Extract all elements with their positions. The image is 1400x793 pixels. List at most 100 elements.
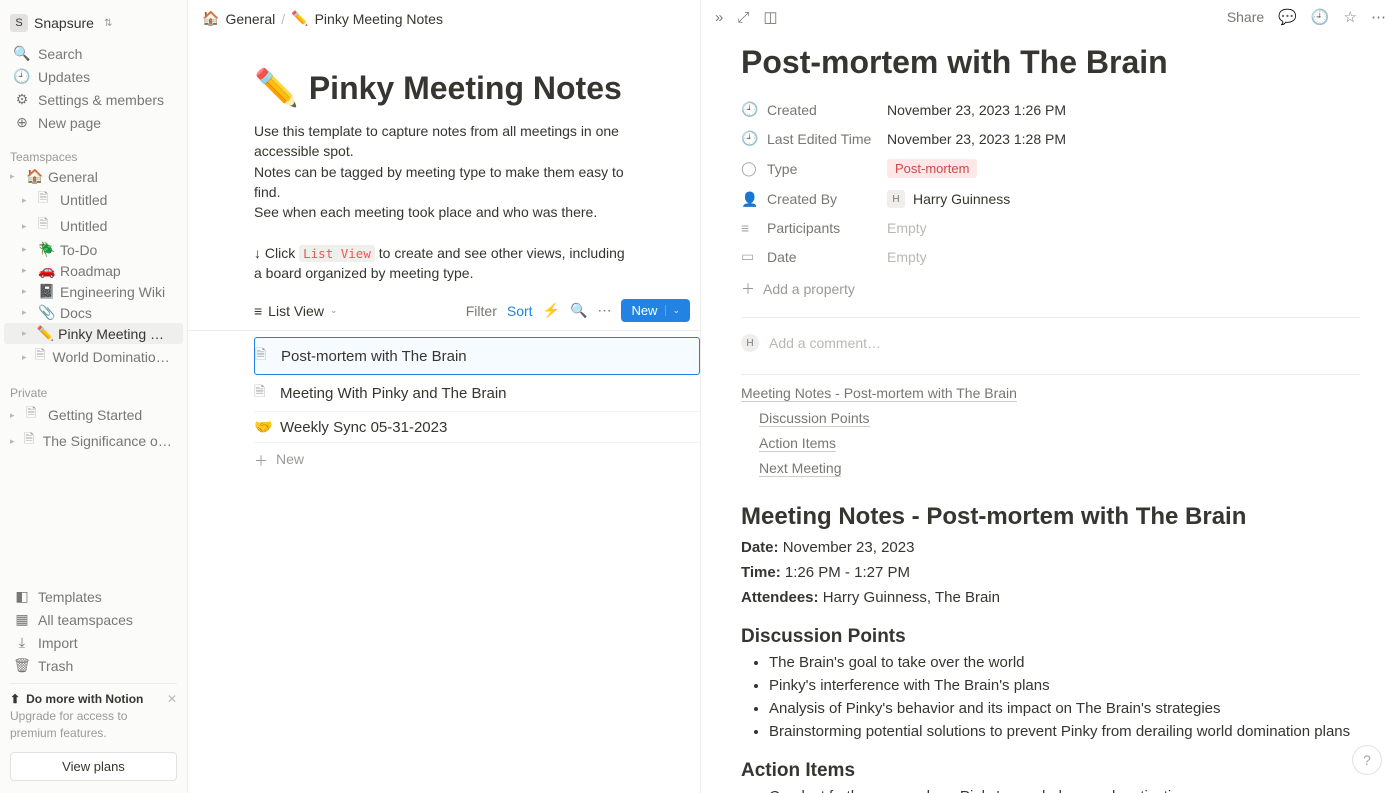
toc-link[interactable]: Discussion Points [759,410,870,427]
sidebar-page[interactable]: ▸🚗Roadmap [4,260,183,281]
chevron-down-icon[interactable]: ⌄ [665,305,680,316]
clock-icon: 🕘 [741,101,759,118]
new-row-button[interactable]: ＋New [254,443,700,479]
view-selector[interactable]: ≡ List View ⌄ [254,303,338,319]
more-icon[interactable]: ⋯ [1371,8,1386,26]
doc-subheading[interactable]: Action Items [741,760,1360,782]
doc-subheading[interactable]: Discussion Points [741,626,1360,648]
workspace-switcher[interactable]: S Snapsure ⇅ [0,10,187,36]
close-icon[interactable]: ✕ [167,692,177,706]
page-emoji: 🪲 [38,241,56,258]
sidebar-page[interactable]: ▸🗎The Significance of Gui… [4,428,183,454]
doc-line[interactable]: Time: 1:26 PM - 1:27 PM [741,564,1360,581]
toc-link[interactable]: Meeting Notes - Post-mortem with The Bra… [741,385,1017,402]
page-emoji: 📎 [38,304,56,321]
page-emoji[interactable]: ✏️ [254,67,299,109]
chevrons-right-icon[interactable]: » [715,9,723,26]
plus-icon: ＋ [741,279,755,299]
chevron-right-icon[interactable]: ▸ [10,436,20,447]
toc-link[interactable]: Next Meeting [759,460,841,477]
breadcrumb: 🏠 General / ✏️ Pinky Meeting Notes [188,0,700,37]
breadcrumb-page[interactable]: Pinky Meeting Notes [315,11,443,27]
view-plans-button[interactable]: View plans [10,752,177,781]
type-tag[interactable]: Post-mortem [887,159,977,178]
workspace-icon: S [10,14,28,32]
list-item[interactable]: Pinky's interference with The Brain's pl… [769,677,1360,694]
page-description[interactable]: Use this template to capture notes from … [188,115,700,289]
sort-button[interactable]: Sort [507,303,533,319]
nav-templates[interactable]: ◧ Templates [4,585,183,608]
sidebar-page[interactable]: ▸📎Docs [4,302,183,323]
chevron-right-icon[interactable]: ▸ [22,328,33,339]
filter-button[interactable]: Filter [466,303,497,319]
prop-type[interactable]: ◯ Type Post-mortem [741,153,1360,184]
list-item[interactable]: The Brain's goal to take over the world [769,654,1360,671]
center-pane: 🏠 General / ✏️ Pinky Meeting Notes ✏️ Pi… [188,0,700,793]
import-icon: ⤓ [14,634,30,651]
nav-settings[interactable]: ⚙ Settings & members [4,88,183,111]
star-icon[interactable]: ☆ [1344,8,1357,26]
sidebar-page[interactable]: ▸✏️Pinky Meeting Notes [4,323,183,344]
gear-icon: ⚙ [14,91,30,108]
page-title[interactable]: Pinky Meeting Notes [309,70,622,107]
list-item[interactable]: Conduct further research on Pinky's psyc… [769,788,1360,793]
avatar: H [887,190,905,208]
right-topbar: » ⤢ ◫ Share 💬 🕘 ☆ ⋯ [701,0,1400,34]
sidebar-page[interactable]: ▸🗎Getting Started [4,402,183,428]
chevron-right-icon[interactable]: ▸ [22,221,34,232]
add-property-button[interactable]: ＋ Add a property [741,271,1360,307]
comment-icon[interactable]: 💬 [1278,8,1297,26]
nav-label: New page [38,115,101,131]
chevron-right-icon[interactable]: ▸ [22,195,34,206]
nav-new-page[interactable]: ⊕ New page [4,111,183,134]
share-button[interactable]: Share [1227,9,1264,25]
nav-updates[interactable]: 🕘 Updates [4,65,183,88]
prop-created[interactable]: 🕘 Created November 23, 2023 1:26 PM [741,95,1360,124]
sidebar-page[interactable]: ▸🗎World Domination Sche… [4,344,183,370]
detail-title[interactable]: Post-mortem with The Brain [741,34,1360,95]
chevron-right-icon[interactable]: ▸ [22,244,34,255]
nav-all-teamspaces[interactable]: ▦ All teamspaces [4,608,183,631]
chevron-right-icon[interactable]: ▸ [10,171,22,182]
toc-link[interactable]: Action Items [759,435,836,452]
sidebar-page[interactable]: ▸🗎Untitled [4,187,183,213]
list-item[interactable]: Brainstorming potential solutions to pre… [769,723,1360,740]
sidebar-page[interactable]: ▸🗎Untitled [4,213,183,239]
prop-last-edited[interactable]: 🕘 Last Edited Time November 23, 2023 1:2… [741,124,1360,153]
chevron-right-icon[interactable]: ▸ [22,352,31,363]
chevron-right-icon[interactable]: ▸ [22,307,34,318]
prop-date[interactable]: ▭ Date Empty [741,242,1360,271]
user-chip[interactable]: H Harry Guinness [887,190,1010,208]
database-list: 🗎Post-mortem with The Brain🗎Meeting With… [188,331,700,485]
database-row[interactable]: 🗎Meeting With Pinky and The Brain [254,375,700,412]
grid-icon: ▦ [14,611,30,628]
sidebar-page[interactable]: ▸🪲To-Do [4,239,183,260]
row-emoji: 🤝 [254,418,272,436]
more-icon[interactable]: ⋯ [597,302,611,319]
chevron-right-icon[interactable]: ▸ [22,265,34,276]
comment-input[interactable]: H Add a comment… [741,328,1360,364]
breadcrumb-root[interactable]: General [225,11,275,27]
help-button[interactable]: ? [1352,745,1382,775]
prop-participants[interactable]: ≡ Participants Empty [741,214,1360,242]
clock-icon[interactable]: 🕘 [1311,8,1330,26]
doc-line[interactable]: Attendees: Harry Guinness, The Brain [741,589,1360,606]
sidebar-page[interactable]: ▸📓Engineering Wiki [4,281,183,302]
chevron-right-icon[interactable]: ▸ [10,410,22,421]
list-item[interactable]: Analysis of Pinky's behavior and its imp… [769,700,1360,717]
chevron-right-icon[interactable]: ▸ [22,286,34,297]
new-button[interactable]: New ⌄ [621,299,690,322]
nav-trash[interactable]: 🗑 Trash [4,654,183,677]
teamspace-root[interactable]: ▸ 🏠 General [4,166,183,187]
bolt-icon[interactable]: ⚡ [543,302,560,319]
prop-created-by[interactable]: 👤 Created By H Harry Guinness [741,184,1360,214]
database-row[interactable]: 🤝Weekly Sync 05-31-2023 [254,412,700,443]
database-row[interactable]: 🗎Post-mortem with The Brain [254,337,700,375]
nav-search[interactable]: 🔍 Search [4,42,183,65]
expand-icon[interactable]: ⤢ [737,9,749,26]
nav-import[interactable]: ⤓ Import [4,631,183,654]
search-icon[interactable]: 🔍 [570,302,587,319]
peek-mode-icon[interactable]: ◫ [763,8,777,26]
doc-heading[interactable]: Meeting Notes - Post-mortem with The Bra… [741,503,1360,531]
doc-line[interactable]: Date: November 23, 2023 [741,539,1360,556]
